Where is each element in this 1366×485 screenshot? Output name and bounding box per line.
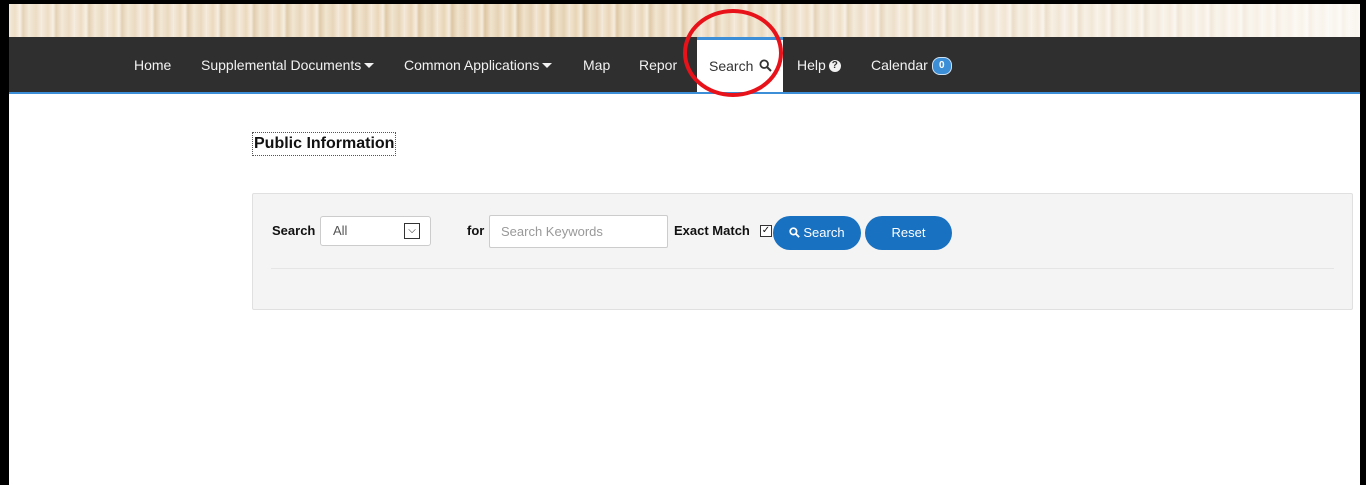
search-panel: Search All ⌵ for Search Keywords Exact M… (252, 193, 1353, 310)
nav-common-applications-label: Common Applications (404, 57, 540, 73)
reset-button-label: Reset (891, 225, 926, 240)
search-category-select[interactable]: All ⌵ (320, 216, 431, 246)
search-button-label: Search (803, 225, 845, 240)
nav-calendar[interactable]: Calendar 0 (871, 37, 952, 92)
select-arrow-icon: ⌵ (404, 223, 420, 239)
nav-help-label: Help (797, 57, 826, 73)
search-keywords-input[interactable]: Search Keywords (489, 215, 668, 248)
nav-help[interactable]: Help? (797, 37, 841, 92)
for-label: for (467, 223, 485, 238)
nav-reports[interactable]: Repor (639, 37, 677, 92)
nav-home[interactable]: Home (134, 37, 171, 92)
search-category-value: All (333, 223, 348, 238)
caret-down-icon (364, 62, 375, 68)
checkmark-icon: ✓ (761, 225, 771, 236)
exact-match-label: Exact Match (674, 223, 750, 238)
reset-button[interactable]: Reset (865, 216, 952, 250)
calendar-count-badge: 0 (931, 57, 952, 76)
nav-map-label: Map (583, 57, 611, 73)
search-keywords-placeholder: Search Keywords (501, 224, 603, 239)
question-circle-icon: ? (828, 60, 841, 73)
nav-supplemental-documents[interactable]: Supplemental Documents (201, 37, 375, 92)
header-banner-fade (9, 4, 1360, 37)
search-label: Search (272, 223, 316, 238)
caret-down-icon (542, 62, 553, 68)
nav-search-label: Search (709, 58, 754, 74)
panel-divider (271, 268, 1334, 269)
search-icon (759, 59, 772, 73)
nav-home-label: Home (134, 57, 172, 73)
nav-calendar-label: Calendar (871, 57, 928, 73)
nav-reports-label: Repor (639, 57, 678, 73)
nav-map[interactable]: Map (583, 37, 610, 92)
nav-search[interactable]: Search (697, 37, 783, 92)
search-button[interactable]: Search (773, 216, 861, 250)
nav-supplemental-documents-label: Supplemental Documents (201, 57, 362, 73)
main-navbar: Home Supplemental Documents Common Appli… (9, 37, 1360, 94)
nav-common-applications[interactable]: Common Applications (404, 37, 553, 92)
search-icon (789, 227, 801, 238)
page-title: Public Information (252, 132, 397, 156)
exact-match-checkbox[interactable]: ✓ (760, 225, 772, 237)
